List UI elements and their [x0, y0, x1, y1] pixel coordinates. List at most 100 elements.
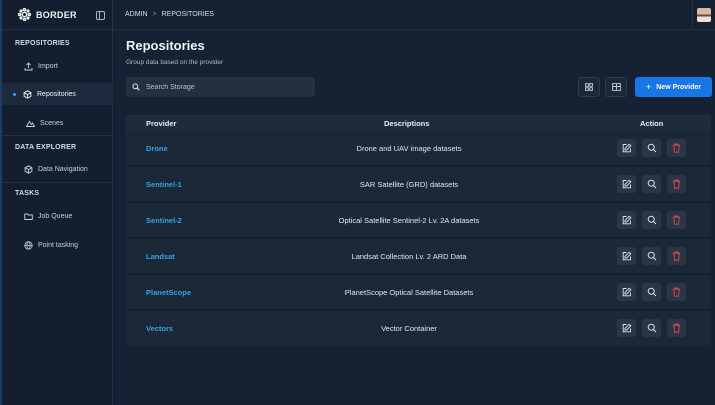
- view-button[interactable]: [642, 247, 661, 265]
- sidebar-item-data-navigation[interactable]: Data Navigation: [2, 158, 113, 180]
- cube-icon: [24, 164, 33, 174]
- search-input[interactable]: [146, 83, 306, 91]
- view-button[interactable]: [642, 319, 661, 337]
- sidebar-item-repositories[interactable]: Repositories: [2, 83, 113, 105]
- column-header-action: Action: [640, 119, 664, 128]
- user-menu[interactable]: [692, 0, 715, 30]
- plus-icon: +: [645, 82, 652, 92]
- search-icon: [647, 287, 657, 297]
- delete-button[interactable]: [667, 211, 686, 229]
- sidebar-item-point-tasking[interactable]: Point tasking: [2, 234, 113, 256]
- delete-button[interactable]: [667, 283, 686, 301]
- table-icon: [611, 78, 621, 96]
- trash-icon: [672, 215, 681, 225]
- table-row: Landsat Landsat Collection Lv. 2 ARD Data: [126, 239, 711, 273]
- provider-description: Optical Satellite Sentinel-2 Lv. 2A data…: [338, 216, 480, 225]
- sidebar-item-label: Scenes: [40, 119, 64, 127]
- view-button[interactable]: [642, 211, 661, 229]
- delete-button[interactable]: [667, 139, 686, 157]
- edit-button[interactable]: [617, 175, 636, 193]
- sidebar-item-label: Job Queue: [38, 212, 73, 220]
- provider-description: Vector Container: [381, 324, 437, 333]
- provider-description: Drone and UAV image datasets: [356, 144, 462, 153]
- column-header-provider: Provider: [146, 119, 177, 128]
- sidebar-item-label: Import: [38, 62, 58, 70]
- table-row: Vectors Vector Container: [126, 311, 711, 345]
- upload-icon: [24, 61, 33, 71]
- search-icon: [647, 323, 657, 333]
- edit-icon: [622, 143, 632, 153]
- view-button[interactable]: [642, 139, 661, 157]
- edit-button[interactable]: [617, 283, 636, 301]
- provider-link[interactable]: Landsat: [146, 252, 175, 261]
- section-tasks: TASKS: [15, 190, 40, 197]
- sidebar-item-scenes[interactable]: Scenes: [2, 112, 113, 134]
- sidebar-item-label: Repositories: [37, 90, 76, 98]
- breadcrumb-admin[interactable]: ADMIN: [125, 11, 148, 18]
- provider-link[interactable]: Sentinel-1: [146, 180, 182, 189]
- edit-icon: [622, 287, 632, 297]
- trash-icon: [672, 287, 681, 297]
- sidebar-item-import[interactable]: Import: [2, 55, 113, 77]
- table-row: Sentinel-2 Optical Satellite Sentinel-2 L…: [126, 203, 711, 237]
- sidebar-item-job-queue[interactable]: Job Queue: [2, 205, 113, 227]
- app-window: BORDER REPOSITORIES Import Repositories …: [0, 0, 715, 405]
- cube-icon: [23, 89, 32, 99]
- breadcrumb-separator: >: [152, 11, 157, 18]
- delete-button[interactable]: [667, 175, 686, 193]
- grid-view-button[interactable]: [578, 77, 600, 97]
- delete-button[interactable]: [667, 319, 686, 337]
- delete-button[interactable]: [667, 247, 686, 265]
- breadcrumb: ADMIN > REPOSITORIES: [125, 11, 214, 18]
- view-button[interactable]: [642, 175, 661, 193]
- provider-link[interactable]: PlanetScope: [146, 288, 191, 297]
- provider-description: Landsat Collection Lv. 2 ARD Data: [351, 252, 467, 261]
- table-row: PlanetScope PlanetScope Optical Satellite…: [126, 275, 711, 309]
- sidebar-collapse-icon[interactable]: [96, 11, 105, 20]
- table-view-button[interactable]: [605, 77, 627, 97]
- provider-description: PlanetScope Optical Satellite Datasets: [344, 288, 474, 297]
- globe-icon: [24, 240, 33, 250]
- table-row: Drone Drone and UAV image datasets: [126, 131, 711, 165]
- table-row: Sentinel-1 SAR Satellite (GRD) datasets: [126, 167, 711, 201]
- edit-icon: [622, 179, 632, 189]
- page-title: Repositories: [126, 38, 205, 53]
- search-icon: [132, 83, 140, 91]
- top-bar: ADMIN > REPOSITORIES: [113, 0, 715, 30]
- edit-icon: [622, 323, 632, 333]
- search-box[interactable]: [126, 77, 315, 97]
- breadcrumb-current: REPOSITORIES: [161, 11, 215, 18]
- trash-icon: [672, 179, 681, 189]
- trash-icon: [672, 143, 681, 153]
- sidebar-item-label: Point tasking: [38, 241, 79, 249]
- table-header: Provider Descriptions Action: [126, 115, 711, 131]
- edit-button[interactable]: [617, 319, 636, 337]
- search-icon: [647, 143, 657, 153]
- active-indicator: [13, 93, 16, 96]
- logo-icon: [18, 8, 31, 21]
- view-button[interactable]: [642, 283, 661, 301]
- section-repositories: REPOSITORIES: [15, 40, 70, 47]
- search-icon: [647, 215, 657, 225]
- sidebar-item-label: Data Navigation: [38, 165, 88, 173]
- edit-button[interactable]: [617, 247, 636, 265]
- provider-link[interactable]: Vectors: [146, 324, 173, 333]
- brand[interactable]: BORDER: [2, 0, 112, 30]
- provider-link[interactable]: Drone: [146, 144, 168, 153]
- sidebar-divider: [2, 135, 113, 136]
- mountain-icon: [26, 119, 35, 128]
- provider-link[interactable]: Sentinel-2: [146, 216, 182, 225]
- new-provider-button[interactable]: + New Provider: [635, 77, 712, 97]
- trash-icon: [672, 251, 681, 261]
- section-data-explorer: DATA EXPLORER: [15, 144, 77, 151]
- edit-button[interactable]: [617, 211, 636, 229]
- column-header-descriptions: Descriptions: [384, 119, 430, 128]
- edit-button[interactable]: [617, 139, 636, 157]
- provider-description: SAR Satellite (GRD) datasets: [359, 180, 459, 189]
- search-icon: [647, 251, 657, 261]
- sidebar-divider: [2, 182, 113, 183]
- new-provider-label: New Provider: [656, 83, 701, 91]
- page-subtitle: Group data based on the provider: [126, 59, 224, 66]
- search-icon: [647, 179, 657, 189]
- avatar[interactable]: [697, 8, 711, 22]
